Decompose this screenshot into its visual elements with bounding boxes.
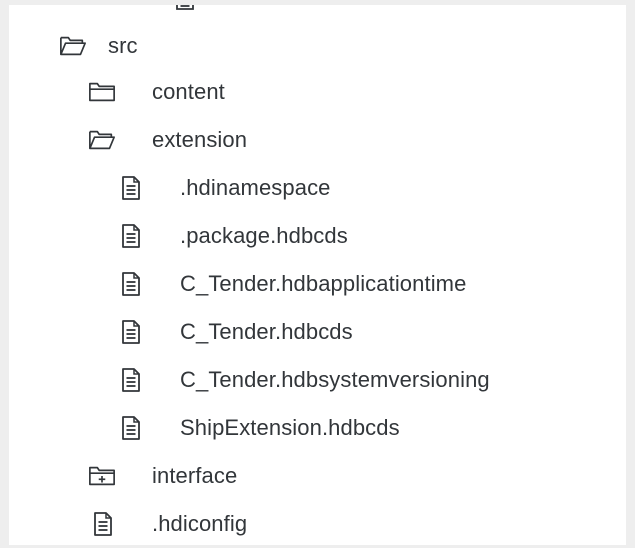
document-icon bbox=[117, 174, 145, 202]
document-icon bbox=[117, 366, 145, 394]
document-icon bbox=[89, 510, 117, 538]
tree-item-hdinamespace[interactable]: .hdinamespace bbox=[9, 165, 626, 211]
tree-item-interface[interactable]: interface bbox=[9, 453, 626, 499]
folder-icon bbox=[88, 78, 116, 106]
tree-item-package-hdbcds[interactable]: .package.hdbcds bbox=[9, 213, 626, 259]
tree-item-label: C_Tender.hdbapplicationtime bbox=[180, 271, 467, 296]
tree-item-hdiconfig[interactable]: .hdiconfig bbox=[9, 501, 626, 545]
tree-item-partial[interactable] bbox=[9, 5, 626, 21]
folder-open-icon bbox=[59, 32, 87, 60]
tree-item-label: .hdiconfig bbox=[152, 511, 248, 536]
document-icon bbox=[171, 5, 199, 12]
tree-item-label: C_Tender.hdbsystemversioning bbox=[180, 367, 490, 392]
tree-item-label: ShipExtension.hdbcds bbox=[180, 415, 400, 440]
document-icon bbox=[117, 270, 145, 298]
tree-item-label: .hdinamespace bbox=[180, 175, 331, 200]
tree-item-ctender-hdbapplicationtime[interactable]: C_Tender.hdbapplicationtime bbox=[9, 261, 626, 307]
tree-item-label: C_Tender.hdbcds bbox=[180, 319, 353, 344]
file-explorer-panel: src content extension .hdinamespace .pac… bbox=[9, 5, 626, 545]
tree-item-label: interface bbox=[152, 463, 238, 488]
file-tree: src content extension .hdinamespace .pac… bbox=[9, 5, 626, 545]
tree-item-src[interactable]: src bbox=[9, 23, 626, 69]
folder-plus-icon bbox=[88, 462, 116, 490]
document-icon bbox=[117, 414, 145, 442]
tree-item-content[interactable]: content bbox=[9, 69, 626, 115]
folder-open-icon bbox=[88, 126, 116, 154]
tree-item-label: extension bbox=[152, 127, 248, 152]
tree-item-label: .package.hdbcds bbox=[180, 223, 348, 248]
tree-item-shipextension-hdbcds[interactable]: ShipExtension.hdbcds bbox=[9, 405, 626, 451]
document-icon bbox=[117, 222, 145, 250]
tree-item-label: content bbox=[152, 79, 225, 104]
document-icon bbox=[117, 318, 145, 346]
tree-item-extension[interactable]: extension bbox=[9, 117, 626, 163]
tree-item-ctender-hdbsystemversioning[interactable]: C_Tender.hdbsystemversioning bbox=[9, 357, 626, 403]
tree-item-label: src bbox=[108, 33, 138, 58]
tree-item-ctender-hdbcds[interactable]: C_Tender.hdbcds bbox=[9, 309, 626, 355]
